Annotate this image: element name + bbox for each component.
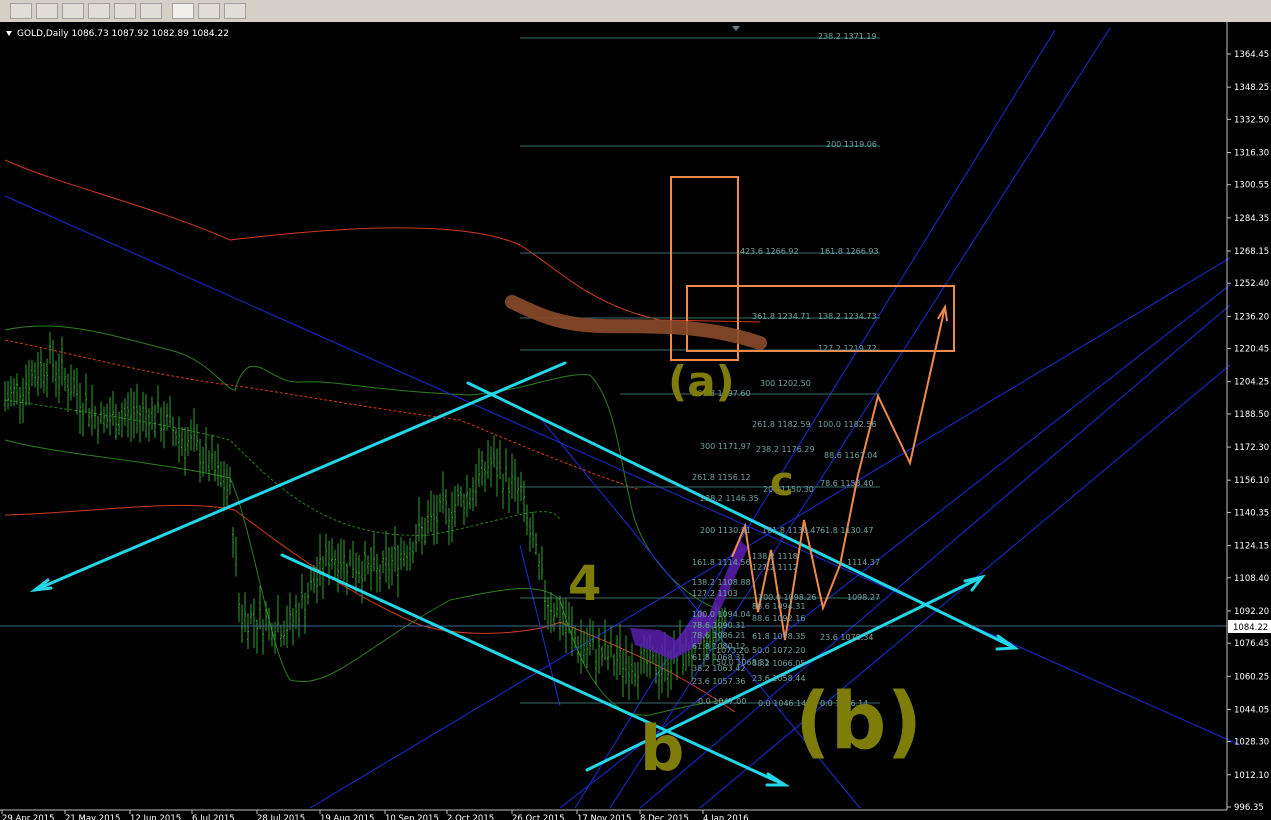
fibonacci-label: 138.2 1234.73 <box>818 312 877 321</box>
fibonacci-label: 88.6 1167.04 <box>824 451 877 460</box>
fibonacci-label: 1114.37 <box>847 558 880 567</box>
date-tick-label: 17 Nov 2015 <box>577 814 631 820</box>
price-tick-label: 1012.10 <box>1234 771 1269 781</box>
fibonacci-label: 127.2 1112 <box>752 563 798 572</box>
fibonacci-label: 61.8 1130.47 <box>820 526 873 535</box>
fibonacci-label: 23.6 1078.34 <box>820 633 873 642</box>
timeframe-w1-button[interactable] <box>198 3 220 19</box>
fibonacci-label: 200 1319.06 <box>826 140 877 149</box>
price-tick-label: 1300.55 <box>1234 181 1269 191</box>
date-tick-label: 10 Sep 2015 <box>385 814 439 820</box>
price-chart[interactable]: 1364.45 1348.25 1332.50 1316.30 1300.55 1284.… <box>0 22 1271 820</box>
date-tick-label: 2 Oct 2015 <box>447 814 494 820</box>
fibonacci-label: 127.2 1219.72 <box>818 344 877 353</box>
fibonacci-label: 50.0 1072.20 <box>752 646 805 655</box>
price-tick-label: 1332.50 <box>1234 115 1269 125</box>
price-tick-label: 1204.25 <box>1234 378 1269 388</box>
fibonacci-label: 23.6 1057.36 <box>692 677 745 686</box>
fibonacci-label: 127.2 1103 <box>692 589 738 598</box>
fibonacci-label: 300 1171.97 <box>700 442 751 451</box>
wave-label: c <box>770 459 794 505</box>
date-tick-label: 8 Dec 2015 <box>640 814 689 820</box>
fibonacci-label: 423.6 1266.92 <box>740 247 799 256</box>
fibonacci-label: 161.8 1130.47 <box>762 526 821 535</box>
fibonacci-label: 1098.27 <box>847 593 880 602</box>
date-tick-label: 4 Jan 2016 <box>703 814 749 820</box>
price-tick-label: 1124.15 <box>1234 542 1269 552</box>
fibonacci-label: 100.0 1098.26 <box>758 593 817 602</box>
date-tick-label: 28 Jul 2015 <box>257 814 305 820</box>
date-tick-label: 29 Apr 2015 <box>2 814 55 820</box>
fibonacci-label: 238.2 1146.35 <box>700 494 759 503</box>
date-tick-label: 26 Oct 2015 <box>512 814 565 820</box>
timeframe-m1-button[interactable] <box>10 3 32 19</box>
price-tick-label: 1044.05 <box>1234 705 1269 715</box>
date-tick-label: 21 May 2015 <box>65 814 120 820</box>
wave-label: 4 <box>568 556 601 612</box>
fibonacci-label: 100.0 1094.04 <box>692 610 751 619</box>
timeframe-h1-button[interactable] <box>114 3 136 19</box>
fibonacci-label: 38.2 1063.42 <box>692 664 745 673</box>
timeframe-m30-button[interactable] <box>88 3 110 19</box>
timeframe-mn-button[interactable] <box>224 3 246 19</box>
price-tick-label: 1108.40 <box>1234 574 1269 584</box>
price-tick-label: 996.35 <box>1234 803 1264 813</box>
fibonacci-label: 161.8 1266.93 <box>820 247 879 256</box>
fibonacci-label: 200 1130.51 <box>700 526 751 535</box>
fibonacci-label: 88.6 1094.31 <box>752 602 805 611</box>
timeframe-m15-button[interactable] <box>62 3 84 19</box>
price-tick-label: 1172.30 <box>1234 443 1269 453</box>
price-tick-label: 1348.25 <box>1234 83 1269 93</box>
wave-label: (a) <box>668 357 735 406</box>
price-tick-label: 1092.20 <box>1234 607 1269 617</box>
fibonacci-label: 238.2 1176.29 <box>756 445 815 454</box>
fibonacci-label: 138.2 1118 <box>752 552 798 561</box>
fibonacci-label: 161.8 1114.56 <box>692 558 751 567</box>
price-tick-label: 1284.35 <box>1234 214 1269 224</box>
symbol-header: GOLD,Daily 1086.73 1087.92 1082.89 1084.… <box>17 29 229 39</box>
price-tick-label: 1188.50 <box>1234 410 1269 420</box>
fibonacci-label: 261.8 1156.12 <box>692 473 751 482</box>
wave-label: (b) <box>795 677 922 767</box>
date-tick-label: 12 Jun 2015 <box>130 814 181 820</box>
price-tick-label: 1156.10 <box>1234 476 1269 486</box>
fibonacci-label: 0.0 1047.00 <box>698 697 746 706</box>
fibonacci-label: 261.8 1182.59 <box>752 420 811 429</box>
wave-label: b <box>640 712 684 785</box>
price-tick-label: 1236.20 <box>1234 312 1269 322</box>
chart-toolbar <box>0 0 1271 23</box>
fibonacci-label: 61.8 1078.35 <box>752 632 805 641</box>
timeframe-m5-button[interactable] <box>36 3 58 19</box>
price-tick-label: 1364.45 <box>1234 50 1269 60</box>
fibonacci-label: 238.2 1371.19 <box>818 32 877 41</box>
fibonacci-label: 88.6 1092.16 <box>752 614 805 623</box>
fibonacci-label: 138.2 1108.88 <box>692 578 751 587</box>
timeframe-d1-button[interactable] <box>172 3 194 19</box>
date-tick-label: 6 Jul 2015 <box>192 814 235 820</box>
price-tick-label: 1316.30 <box>1234 148 1269 158</box>
fibonacci-label: 100.0 1182.56 <box>818 420 877 429</box>
price-tick-label: 1076.45 <box>1234 639 1269 649</box>
fibonacci-label: 78.6 1153.40 <box>820 479 873 488</box>
timeframe-h4-button[interactable] <box>140 3 162 19</box>
price-tick-label: 1252.40 <box>1234 279 1269 289</box>
current-price-label: 1084.22 <box>1233 623 1268 633</box>
fibonacci-label: 78.6 1086.21 <box>692 631 745 640</box>
price-tick-label: 1028.30 <box>1234 738 1269 748</box>
date-tick-label: 19 Aug 2015 <box>320 814 374 820</box>
price-tick-label: 1060.25 <box>1234 672 1269 682</box>
price-tick-label: 1140.35 <box>1234 508 1269 518</box>
price-tick-label: 1268.15 <box>1234 247 1269 257</box>
fibonacci-label: 300 1202.50 <box>760 379 811 388</box>
price-tick-label: 1220.45 <box>1234 345 1269 355</box>
fibonacci-label: 361.8 1234.71 <box>752 312 811 321</box>
fibonacci-label: 78.6 1090.31 <box>692 621 745 630</box>
